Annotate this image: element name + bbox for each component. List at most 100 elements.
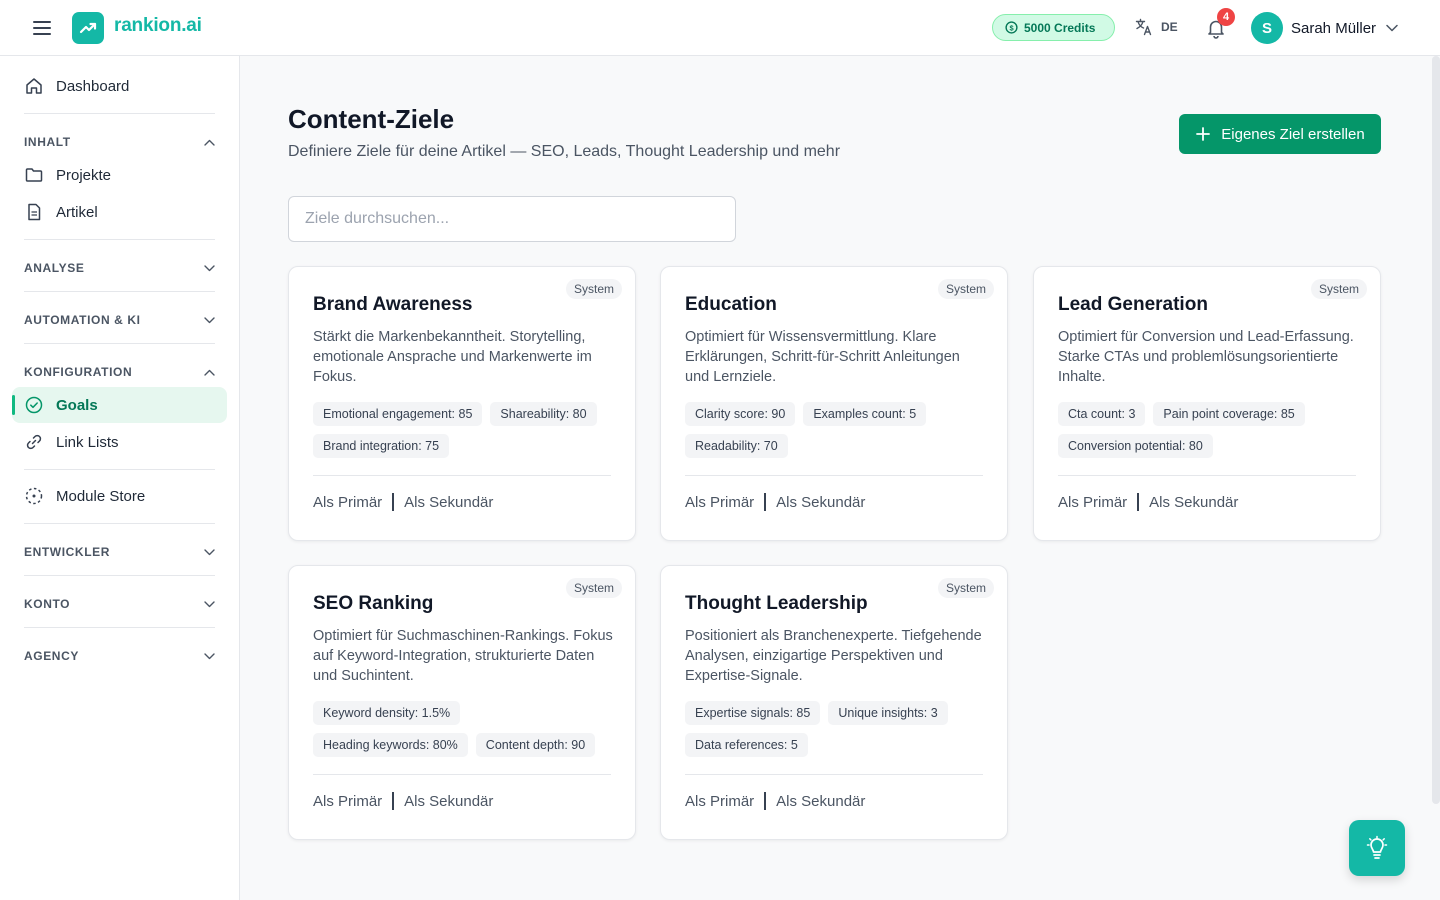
section-automation[interactable]: AUTOMATION & KI	[24, 310, 215, 330]
metrics-list: Expertise signals: 85 Unique insights: 3…	[685, 701, 990, 757]
goal-card-thought-leadership: System Thought Leadership Positioniert a…	[660, 565, 1008, 840]
metric-chip: Keyword density: 1.5%	[313, 701, 461, 725]
metric-chip: Examples count: 5	[803, 402, 927, 426]
goal-card-lead-generation: System Lead Generation Optimiert für Con…	[1033, 266, 1381, 541]
chevron-down-icon	[204, 264, 215, 271]
divider	[24, 627, 215, 628]
system-badge: System	[937, 279, 994, 299]
folder-icon	[25, 168, 43, 182]
metric-chip: Content depth: 90	[475, 733, 596, 757]
system-badge: System	[1310, 279, 1367, 299]
plus-icon	[1196, 127, 1211, 141]
set-secondary-button[interactable]: Als Sekundär	[404, 494, 493, 511]
section-konfiguration[interactable]: KONFIGURATION	[24, 362, 215, 382]
check-circle-icon	[25, 396, 43, 414]
section-label: KONFIGURATION	[24, 365, 133, 379]
module-icon	[25, 487, 43, 505]
chevron-down-icon	[204, 548, 215, 555]
divider	[1058, 475, 1356, 476]
card-description: Optimiert für Suchmaschinen-Rankings. Fo…	[313, 628, 613, 684]
metric-chip: Conversion potential: 80	[1058, 434, 1213, 458]
card-description: Positioniert als Branchenexperte. Tiefge…	[685, 628, 982, 684]
divider	[313, 475, 611, 476]
metric-chip: Shareability: 80	[490, 402, 597, 426]
sidebar-item-artikel[interactable]: Artikel	[12, 194, 227, 230]
sidebar-item-link-lists[interactable]: Link Lists	[12, 424, 227, 460]
section-agency[interactable]: AGENCY	[24, 646, 215, 666]
separator	[392, 792, 395, 810]
goal-card-education: System Education Optimiert für Wissensve…	[660, 266, 1008, 541]
sidebar-item-label: Dashboard	[56, 77, 130, 95]
chevron-up-icon	[204, 369, 215, 376]
page-subtitle: Definiere Ziele für deine Artikel — SEO,…	[288, 143, 841, 160]
section-label: AUTOMATION & KI	[24, 313, 141, 327]
section-label: ENTWICKLER	[24, 545, 110, 559]
metrics-list: Keyword density: 1.5% Heading keywords: …	[313, 701, 618, 757]
set-primary-button[interactable]: Als Primär	[313, 494, 382, 511]
language-label: DE	[1161, 20, 1178, 34]
sidebar-item-goals[interactable]: Goals	[12, 387, 227, 423]
document-icon	[28, 203, 41, 221]
metrics-list: Clarity score: 90 Examples count: 5 Read…	[685, 402, 990, 458]
chevron-down-icon	[204, 600, 215, 607]
metric-chip: Readability: 70	[685, 434, 788, 458]
sidebar-item-projekte[interactable]: Projekte	[12, 157, 227, 193]
sidebar-item-dashboard[interactable]: Dashboard	[12, 68, 227, 104]
create-goal-button[interactable]: Eigenes Ziel erstellen	[1179, 114, 1381, 154]
set-primary-button[interactable]: Als Primär	[685, 494, 754, 511]
user-name: Sarah Müller	[1291, 19, 1377, 37]
svg-text:$: $	[1009, 23, 1014, 32]
section-inhalt[interactable]: INHALT	[24, 132, 215, 152]
set-primary-button[interactable]: Als Primär	[1058, 494, 1127, 511]
sidebar-item-label: Artikel	[56, 203, 98, 221]
separator	[764, 493, 767, 511]
metric-chip: Clarity score: 90	[685, 402, 796, 426]
metrics-list: Emotional engagement: 85 Shareability: 8…	[313, 402, 618, 458]
divider	[24, 113, 215, 114]
divider	[24, 469, 215, 470]
set-secondary-button[interactable]: Als Sekundär	[404, 793, 493, 810]
user-menu[interactable]: S Sarah Müller	[1251, 12, 1398, 44]
set-primary-button[interactable]: Als Primär	[685, 793, 754, 810]
divider	[24, 291, 215, 292]
section-konto[interactable]: KONTO	[24, 594, 215, 614]
system-badge: System	[937, 578, 994, 598]
link-icon	[26, 434, 42, 450]
divider	[24, 523, 215, 524]
card-title: Thought Leadership	[685, 593, 868, 614]
section-entwickler[interactable]: ENTWICKLER	[24, 542, 215, 562]
logo-icon[interactable]	[72, 12, 104, 44]
card-actions: Als Primär Als Sekundär	[685, 493, 865, 511]
card-description: Optimiert für Wissensvermittlung. Klare …	[685, 329, 960, 385]
set-primary-button[interactable]: Als Primär	[313, 793, 382, 810]
hamburger-icon[interactable]	[32, 19, 52, 37]
card-title: Brand Awareness	[313, 294, 473, 315]
tips-fab-button[interactable]	[1349, 820, 1405, 876]
scrollbar[interactable]	[1432, 56, 1440, 804]
coin-icon: $	[1005, 21, 1018, 34]
logo-text[interactable]: rankion.ai	[114, 15, 202, 37]
set-secondary-button[interactable]: Als Sekundär	[1149, 494, 1238, 511]
avatar: S	[1251, 12, 1283, 44]
search-input[interactable]	[288, 196, 736, 242]
divider	[685, 475, 983, 476]
credits-badge[interactable]: $ 5000 Credits	[992, 14, 1115, 41]
set-secondary-button[interactable]: Als Sekundär	[776, 494, 865, 511]
sidebar-item-module-store[interactable]: Module Store	[12, 478, 227, 514]
page-title: Content-Ziele	[288, 104, 455, 134]
goal-card-seo-ranking: System SEO Ranking Optimiert für Suchmas…	[288, 565, 636, 840]
sidebar-item-label: Link Lists	[56, 433, 119, 451]
divider	[685, 774, 983, 775]
lightbulb-icon	[1366, 835, 1388, 859]
section-label: INHALT	[24, 135, 71, 149]
set-secondary-button[interactable]: Als Sekundär	[776, 793, 865, 810]
metric-chip: Heading keywords: 80%	[313, 733, 468, 757]
language-switcher[interactable]: DE	[1135, 18, 1178, 36]
section-analyse[interactable]: ANALYSE	[24, 258, 215, 278]
card-title: SEO Ranking	[313, 593, 434, 614]
create-goal-label: Eigenes Ziel erstellen	[1221, 125, 1365, 143]
sidebar: Dashboard INHALT Projekte Artikel ANALYS…	[0, 56, 240, 900]
credits-label: 5000 Credits	[1024, 20, 1096, 35]
metric-chip: Cta count: 3	[1058, 402, 1146, 426]
chevron-up-icon	[204, 139, 215, 146]
